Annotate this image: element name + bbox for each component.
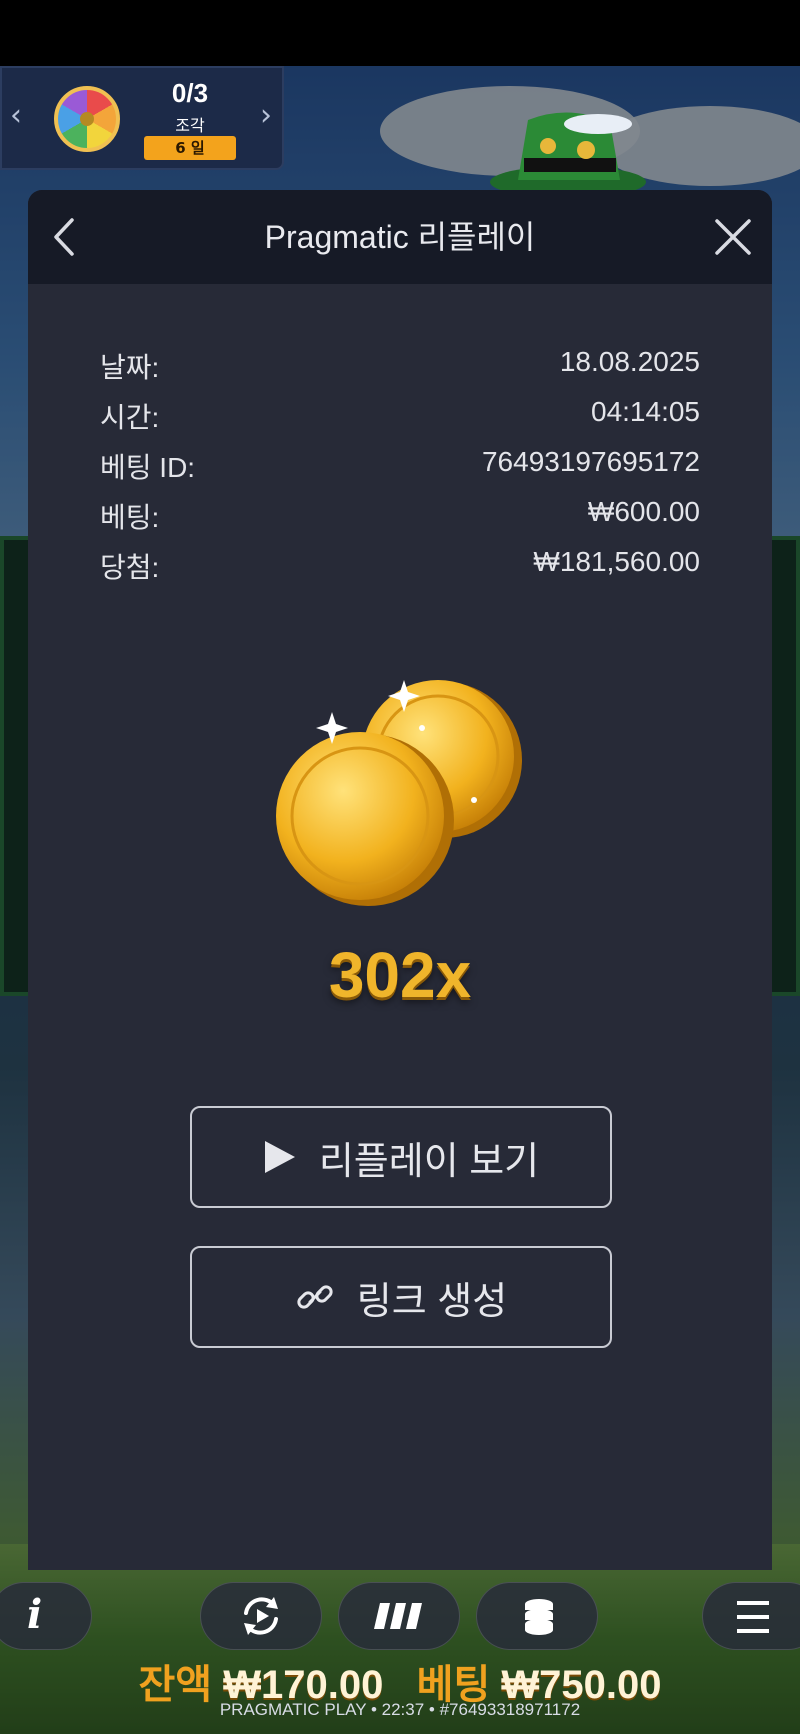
footer-info: PRAGMATIC PLAY • 22:37 • #76493318971172 xyxy=(219,1700,581,1719)
create-link-button[interactable]: 링크 생성 xyxy=(190,1246,612,1348)
bet-id-value: 76493197695172 xyxy=(481,446,700,477)
chevron-left-icon[interactable]: ‹ xyxy=(10,98,22,133)
leprechaun-hat-icon xyxy=(490,112,646,198)
menu-button[interactable] xyxy=(702,1582,800,1650)
play-icon xyxy=(264,1141,295,1173)
bet-label: 베팅: xyxy=(100,502,160,533)
chevron-right-icon[interactable]: › xyxy=(260,98,272,133)
bet-id-label: 베팅 ID: xyxy=(100,452,196,483)
modal-header: Pragmatic 리플레이 xyxy=(28,190,772,284)
win-value: ₩181,560.00 xyxy=(533,546,700,577)
date-value: 18.08.2025 xyxy=(559,346,700,377)
create-link-label: 링크 생성 xyxy=(356,1280,508,1323)
modal-title: Pragmatic 리플레이 xyxy=(264,219,536,255)
watch-replay-button[interactable]: 리플레이 보기 xyxy=(190,1106,612,1208)
close-icon[interactable] xyxy=(708,212,758,262)
collection-label: 조각 xyxy=(175,116,205,135)
info-row-bet: 베팅: ₩600.00 xyxy=(100,496,700,546)
autoplay-button[interactable] xyxy=(200,1582,322,1650)
info-row-win: 당첨: ₩181,560.00 xyxy=(100,546,700,596)
info-icon: i xyxy=(27,1591,43,1638)
link-icon xyxy=(297,1285,333,1309)
time-label: 시간: xyxy=(100,402,160,433)
bet-settings-button[interactable] xyxy=(476,1582,598,1650)
replay-modal: Pragmatic 리플레이 날짜: 18.08.2025 시간: 04:14:… xyxy=(28,190,772,1570)
back-arrow-icon[interactable] xyxy=(42,212,92,262)
gold-coins-icon xyxy=(276,680,522,906)
hamburger-menu-icon xyxy=(737,1601,769,1633)
bet-value: ₩600.00 xyxy=(587,496,700,527)
win-label: 당첨: xyxy=(100,552,160,583)
coin-stack-icon xyxy=(525,1599,553,1635)
win-multiplier: 302x xyxy=(328,939,472,1011)
info-row-time: 시간: 04:14:05 xyxy=(100,396,700,446)
days-remaining-badge: 6 일 xyxy=(144,136,236,160)
turbo-icon xyxy=(374,1603,422,1629)
info-row-date: 날짜: 18.08.2025 xyxy=(100,346,700,396)
turbo-spin-button[interactable] xyxy=(338,1582,460,1650)
time-value: 04:14:05 xyxy=(591,396,700,427)
status-bar xyxy=(0,0,800,66)
prize-wheel-icon xyxy=(54,86,120,152)
date-label: 날짜: xyxy=(100,352,160,383)
collection-count: 0/3 xyxy=(171,78,209,108)
watch-replay-label: 리플레이 보기 xyxy=(318,1140,540,1183)
collection-widget[interactable]: ‹ 0/3 조각 6 일 › xyxy=(0,66,284,170)
info-row-bet-id: 베팅 ID: 76493197695172 xyxy=(100,446,700,496)
autoplay-icon xyxy=(244,1597,278,1635)
info-button[interactable]: i xyxy=(0,1582,92,1650)
